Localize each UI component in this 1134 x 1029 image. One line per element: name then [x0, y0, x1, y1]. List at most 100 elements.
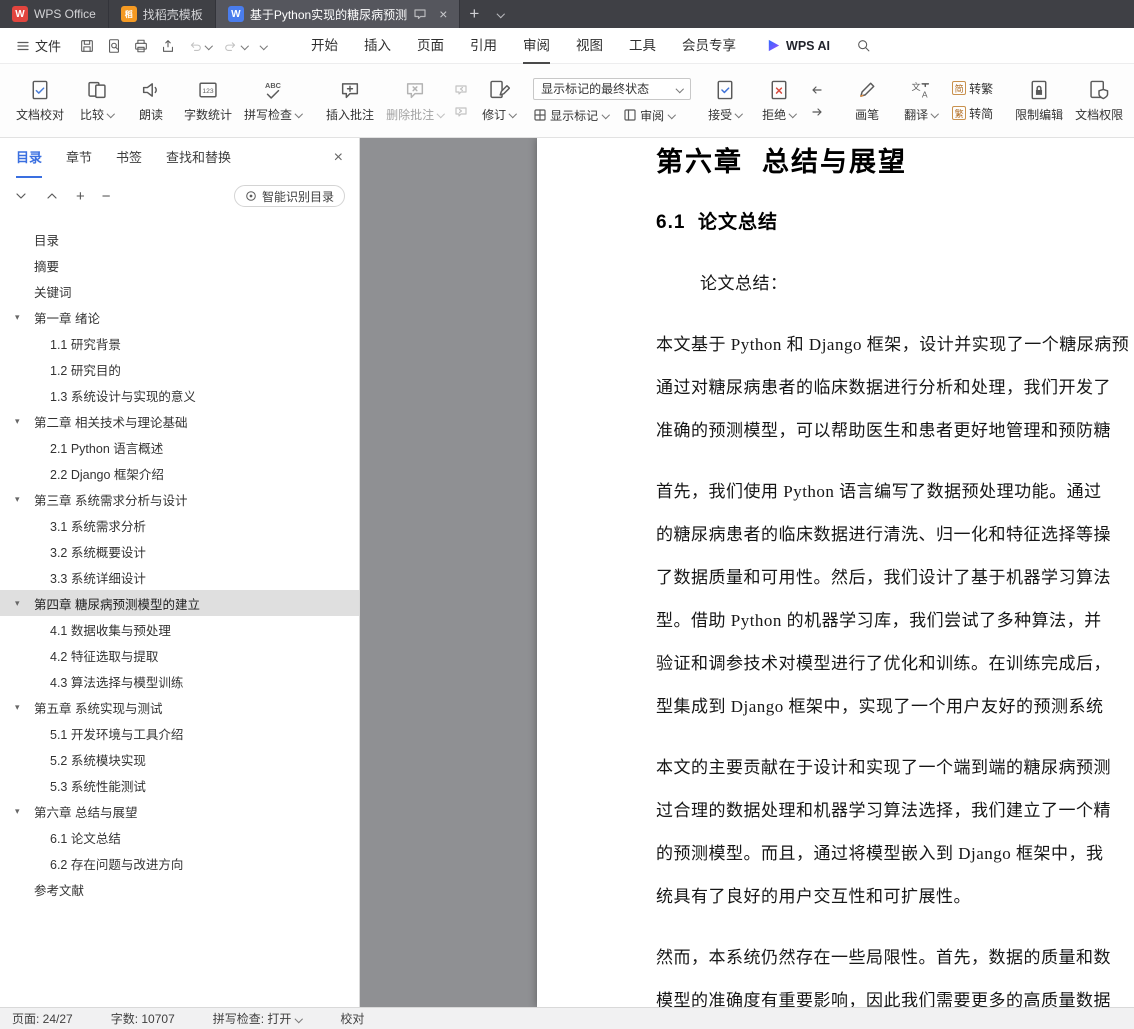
- track-changes-icon: [490, 80, 511, 98]
- file-menu-button[interactable]: 文件: [10, 36, 67, 55]
- menu-item-reference[interactable]: 引用: [470, 28, 497, 64]
- prev-comment-button[interactable]: [454, 83, 468, 97]
- tab-document[interactable]: W 基于Python实现的糖尿病预测 ×: [215, 0, 461, 28]
- menu-item-start[interactable]: 开始: [311, 28, 338, 64]
- toc-item[interactable]: ▾ 第三章 系统需求分析与设计: [0, 486, 359, 512]
- ink-pen-button[interactable]: 画笔: [841, 75, 893, 127]
- chevron-down-icon[interactable]: ▾: [15, 312, 20, 323]
- sidebar-tab-toc[interactable]: 目录: [16, 138, 43, 178]
- toc-item[interactable]: 关键词: [0, 278, 359, 304]
- track-changes-button[interactable]: 修订: [473, 75, 525, 127]
- menu-item-membership[interactable]: 会员专享: [682, 28, 736, 64]
- delete-comment-button[interactable]: 删除批注: [381, 75, 449, 127]
- toc-item[interactable]: 3.3 系统详细设计: [0, 564, 359, 590]
- save-button[interactable]: [79, 38, 95, 54]
- status-spellcheck[interactable]: 拼写检查: 打开: [213, 1010, 303, 1027]
- chevron-down-icon[interactable]: ▾: [15, 598, 20, 609]
- close-tab-icon[interactable]: ×: [439, 7, 447, 21]
- toc-item[interactable]: 4.3 算法选择与模型训练: [0, 668, 359, 694]
- status-proofread[interactable]: 校对: [340, 1010, 364, 1027]
- toc-item[interactable]: 6.2 存在问题与改进方向: [0, 850, 359, 876]
- export-pdf-icon: [163, 39, 173, 52]
- close-sidebar-icon[interactable]: ×: [334, 149, 343, 167]
- review-pane-button[interactable]: 审阅: [623, 107, 675, 124]
- expand-all-button[interactable]: [14, 189, 28, 203]
- toc-item[interactable]: 5.1 开发环境与工具介绍: [0, 720, 359, 746]
- menu-item-review[interactable]: 审阅: [523, 28, 551, 64]
- word-count-button[interactable]: 123 字数统计: [179, 75, 237, 127]
- restrict-editing-button[interactable]: 限制编辑: [1010, 75, 1068, 127]
- toc-item[interactable]: 3.1 系统需求分析: [0, 512, 359, 538]
- tab-wps-home[interactable]: W WPS Office: [0, 0, 109, 28]
- search-icon[interactable]: [856, 38, 872, 54]
- toc-item[interactable]: 1.1 研究背景: [0, 330, 359, 356]
- insert-comment-button[interactable]: 插入批注: [321, 75, 379, 127]
- tab-list-chevron-icon[interactable]: [488, 0, 512, 28]
- translate-button[interactable]: 文A 翻译: [895, 75, 947, 127]
- chevron-down-icon[interactable]: ▾: [15, 494, 20, 505]
- print-preview-button[interactable]: [106, 38, 122, 54]
- toc-item[interactable]: 5.3 系统性能测试: [0, 772, 359, 798]
- toc-item[interactable]: 5.2 系统模块实现: [0, 746, 359, 772]
- toc-item[interactable]: 参考文献: [0, 876, 359, 902]
- sidebar-tab-bookmarks[interactable]: 书签: [116, 138, 142, 178]
- smart-toc-icon: [246, 191, 256, 201]
- toc-item-selected[interactable]: ▾ 第四章 糖尿病预测模型的建立: [0, 590, 359, 616]
- chevron-down-icon[interactable]: ▾: [15, 702, 20, 713]
- print-button[interactable]: [133, 38, 149, 54]
- menu-item-view[interactable]: 视图: [576, 28, 603, 64]
- prev-change-button[interactable]: [810, 83, 824, 97]
- toc-item[interactable]: ▾ 第六章 总结与展望: [0, 798, 359, 824]
- export-pdf-button[interactable]: [160, 38, 176, 54]
- wps-ai-button[interactable]: WPS AI: [766, 38, 830, 53]
- sidebar-tab-find-replace[interactable]: 查找和替换: [166, 138, 231, 178]
- reject-change-button[interactable]: 拒绝: [753, 75, 805, 127]
- doc-permission-button[interactable]: 文档权限: [1070, 75, 1128, 127]
- collapse-all-button[interactable]: [45, 189, 59, 203]
- zoom-out-button[interactable]: −: [102, 189, 111, 204]
- document-page[interactable]: 第六章 总结与展望 6.1 论文总结 论文总结： 本文基于 Python 和 D…: [537, 138, 1134, 1007]
- toc-item[interactable]: 3.2 系统概要设计: [0, 538, 359, 564]
- toc-item[interactable]: 4.2 特征选取与提取: [0, 642, 359, 668]
- toc-item[interactable]: 1.3 系统设计与实现的意义: [0, 382, 359, 408]
- toolbar-more-button[interactable]: [259, 42, 267, 50]
- to-traditional-button[interactable]: 简 转繁: [952, 80, 993, 97]
- spell-check-button[interactable]: ABC 拼写检查: [239, 75, 307, 127]
- menu-item-page[interactable]: 页面: [417, 28, 444, 64]
- pen-icon: [860, 82, 875, 97]
- tab-label: 基于Python实现的糖尿病预测: [249, 7, 408, 22]
- toc-item[interactable]: ▾ 第二章 相关技术与理论基础: [0, 408, 359, 434]
- show-markup-button[interactable]: 显示标记: [533, 107, 609, 124]
- toc-item[interactable]: 目录: [0, 226, 359, 252]
- menu-item-tools[interactable]: 工具: [629, 28, 656, 64]
- menu-item-insert[interactable]: 插入: [364, 28, 391, 64]
- toc-item[interactable]: ▾ 第五章 系统实现与测试: [0, 694, 359, 720]
- chevron-down-icon[interactable]: ▾: [15, 416, 20, 427]
- toc-item[interactable]: 6.1 论文总结: [0, 824, 359, 850]
- to-simplified-button[interactable]: 繁 转简: [952, 105, 993, 122]
- status-word-count[interactable]: 字数: 10707: [111, 1010, 175, 1027]
- new-tab-button[interactable]: +: [460, 0, 488, 28]
- smart-toc-button[interactable]: 智能识别目录: [233, 185, 345, 207]
- toc-item[interactable]: 2.2 Django 框架介绍: [0, 460, 359, 486]
- compare-button[interactable]: 比较: [71, 75, 123, 127]
- tab-docer-templates[interactable]: 稻 找稻壳模板: [109, 0, 216, 28]
- redo-button[interactable]: [223, 38, 248, 54]
- toc-item[interactable]: ▾ 第一章 绪论: [0, 304, 359, 330]
- status-page-indicator[interactable]: 页面: 24/27: [12, 1010, 73, 1027]
- toc-item[interactable]: 2.1 Python 语言概述: [0, 434, 359, 460]
- navigation-sidebar: 目录 章节 书签 查找和替换 × + − 智能识别目录 目录 摘要 关键词 ▾ 第…: [0, 138, 360, 1007]
- read-aloud-button[interactable]: 朗读: [125, 75, 177, 127]
- next-comment-button[interactable]: [454, 105, 468, 119]
- toc-item[interactable]: 4.1 数据收集与预处理: [0, 616, 359, 642]
- toc-item[interactable]: 摘要: [0, 252, 359, 278]
- accept-change-button[interactable]: 接受: [699, 75, 751, 127]
- sidebar-tab-chapters[interactable]: 章节: [66, 138, 92, 178]
- undo-button[interactable]: [187, 38, 212, 54]
- zoom-in-button[interactable]: +: [76, 189, 85, 204]
- doc-proofread-button[interactable]: 文档校对: [11, 75, 69, 127]
- markup-state-select[interactable]: 显示标记的最终状态: [533, 77, 692, 100]
- toc-item[interactable]: 1.2 研究目的: [0, 356, 359, 382]
- next-change-button[interactable]: [810, 105, 824, 119]
- chevron-down-icon[interactable]: ▾: [15, 806, 20, 817]
